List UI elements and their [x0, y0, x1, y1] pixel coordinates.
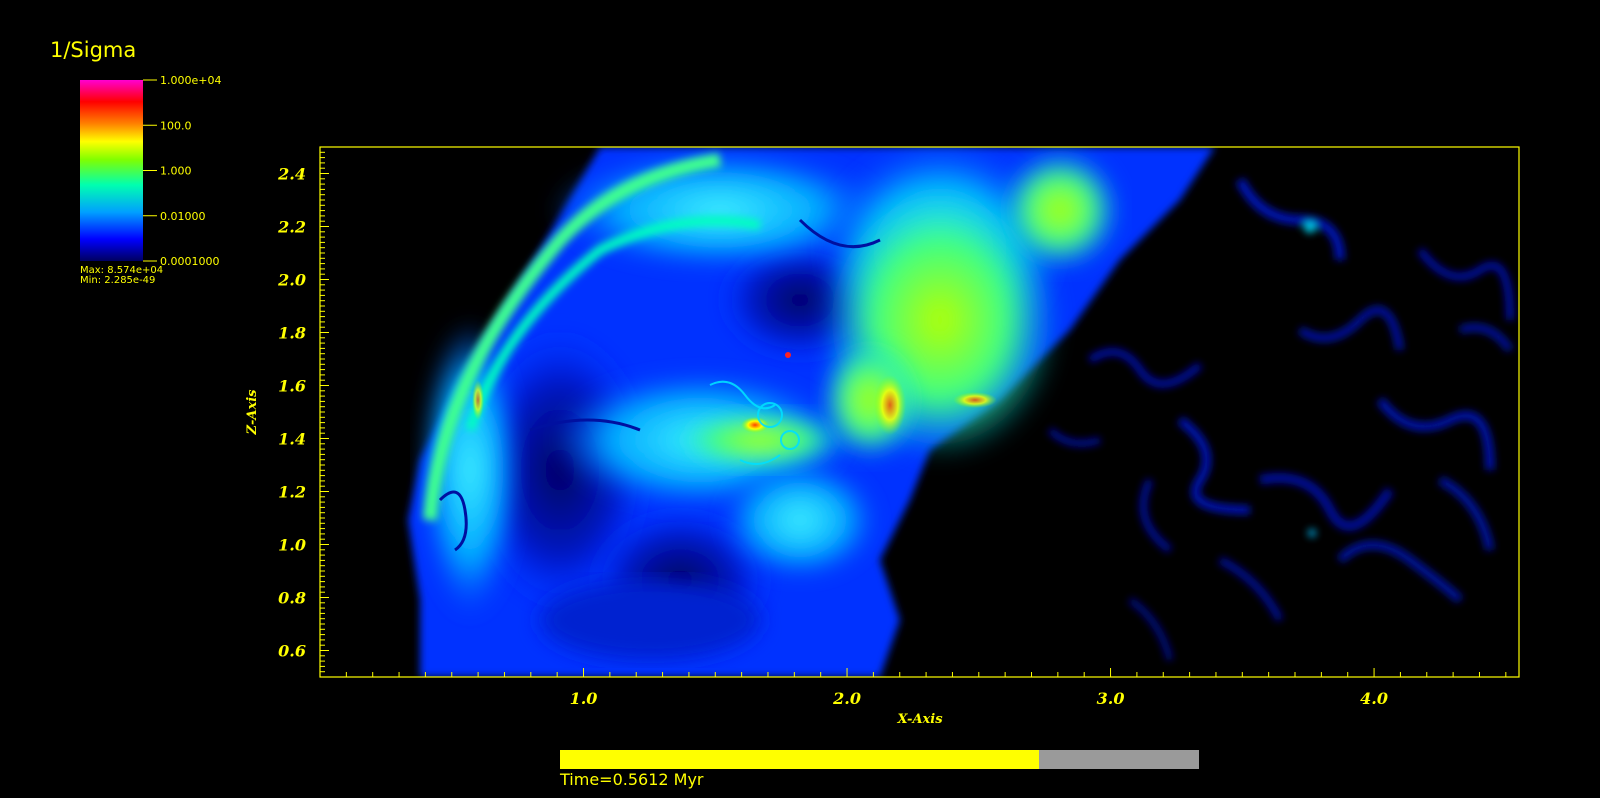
colorbar-ticks: 1.000e+04 100.0 1.000 0.01000 0.0001000: [143, 74, 221, 268]
legend-minmax: Max: 8.574e+04 Min: 2.285e-49: [80, 266, 163, 286]
y-axis-label: Z-Axis: [245, 389, 260, 436]
y-tick-label: 1.4: [278, 430, 306, 449]
colorbar-tick-label: 1.000e+04: [160, 74, 221, 87]
colorbar-gradient: [80, 80, 143, 261]
x-tick-label: 4.0: [1360, 689, 1388, 708]
colorbar: [80, 80, 143, 261]
y-tick-label: 2.2: [277, 218, 306, 237]
time-progress-bar: [560, 750, 1199, 769]
x-tick-label: 3.0: [1097, 689, 1125, 708]
time-progress-fill: [560, 750, 1040, 769]
x-axis-label: X-Axis: [896, 712, 943, 727]
y-tick-label: 1.2: [278, 483, 306, 502]
colorbar-tick-label: 100.0: [160, 119, 192, 132]
heatmap-field: [320, 147, 1519, 677]
y-tick-label: 1.0: [278, 536, 306, 555]
y-tick-label: 2.0: [277, 271, 306, 290]
x-tick-label: 1.0: [570, 689, 598, 708]
x-tick-label: 2.0: [832, 689, 861, 708]
y-tick-label: 1.8: [278, 324, 306, 343]
plot-svg: 1.000e+04 100.0 1.000 0.01000 0.0001000 1.0 …: [80, 74, 1520, 727]
y-tick-label: 1.6: [278, 377, 306, 396]
time-label: Time=0.5612 Myr: [560, 770, 704, 789]
y-tick-label: 2.4: [277, 165, 306, 184]
legend-min: Min: 2.285e-49: [80, 275, 156, 286]
colorbar-tick-label: 1.000: [160, 165, 192, 178]
colorbar-tick-label: 0.01000: [160, 210, 206, 223]
y-tick-label: 0.8: [278, 589, 306, 608]
colorbar-tick-label: 0.0001000: [160, 255, 220, 268]
y-tick-label: 0.6: [278, 642, 306, 661]
